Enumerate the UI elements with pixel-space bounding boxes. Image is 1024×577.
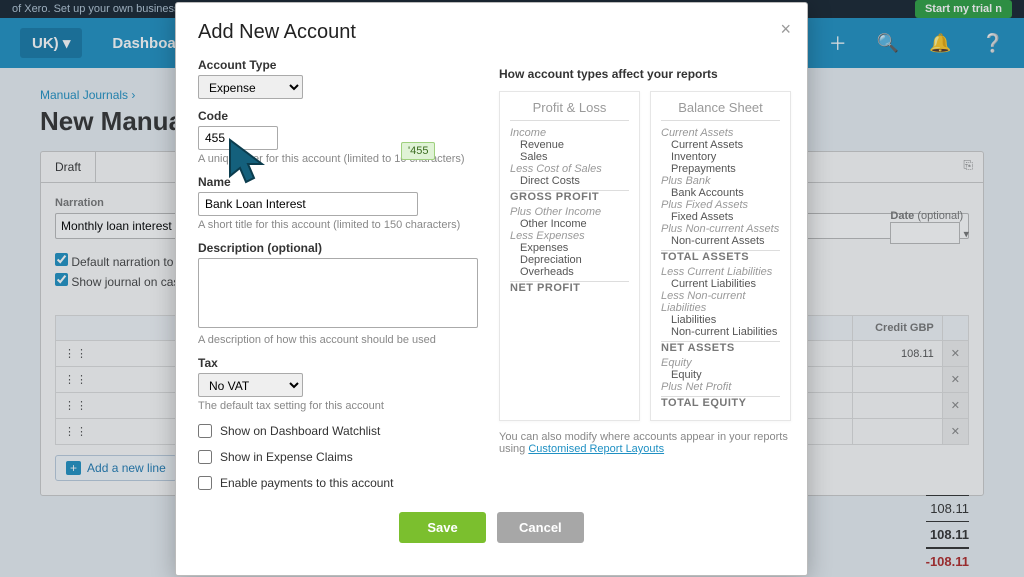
balance-sheet-col: Balance Sheet Current Assets Current Ass…: [650, 91, 791, 421]
cancel-button[interactable]: Cancel: [497, 512, 584, 543]
name-label: Name: [198, 175, 498, 189]
account-type-select[interactable]: Expense: [198, 75, 303, 99]
watchlist-checkbox[interactable]: [198, 424, 212, 438]
save-button[interactable]: Save: [399, 512, 485, 543]
enable-payments-label: Enable payments to this account: [220, 476, 393, 490]
reports-sidebar: How account types affect your reports Pr…: [499, 67, 791, 455]
code-input[interactable]: [198, 126, 278, 150]
profit-loss-col: Profit & Loss Income Revenue Sales Less …: [499, 91, 640, 421]
watchlist-label: Show on Dashboard Watchlist: [220, 424, 380, 438]
tax-help: The default tax setting for this account: [198, 400, 498, 412]
reports-footnote: You can also modify where accounts appea…: [499, 431, 791, 455]
name-input[interactable]: [198, 192, 418, 216]
add-account-modal: × Add New Account Account Type Expense C…: [175, 2, 808, 576]
expense-claims-checkbox[interactable]: [198, 450, 212, 464]
reports-title: How account types affect your reports: [499, 67, 791, 81]
custom-layouts-link[interactable]: Customised Report Layouts: [528, 443, 664, 455]
account-type-label: Account Type: [198, 58, 498, 72]
desc-help: A description of how this account should…: [198, 334, 498, 346]
tax-select[interactable]: No VAT: [198, 373, 303, 397]
close-icon[interactable]: ×: [780, 19, 791, 40]
enable-payments-checkbox[interactable]: [198, 476, 212, 490]
code-label: Code: [198, 109, 498, 123]
modal-title: Add New Account: [198, 21, 785, 44]
tax-label: Tax: [198, 356, 498, 370]
name-help: A short title for this account (limited …: [198, 219, 498, 231]
description-textarea[interactable]: [198, 258, 478, 328]
description-label: Description (optional): [198, 241, 498, 255]
code-hint-badge: '455: [401, 142, 435, 160]
expense-claims-label: Show in Expense Claims: [220, 450, 353, 464]
code-help: A uniqu mber for this account (limited t…: [198, 153, 498, 165]
